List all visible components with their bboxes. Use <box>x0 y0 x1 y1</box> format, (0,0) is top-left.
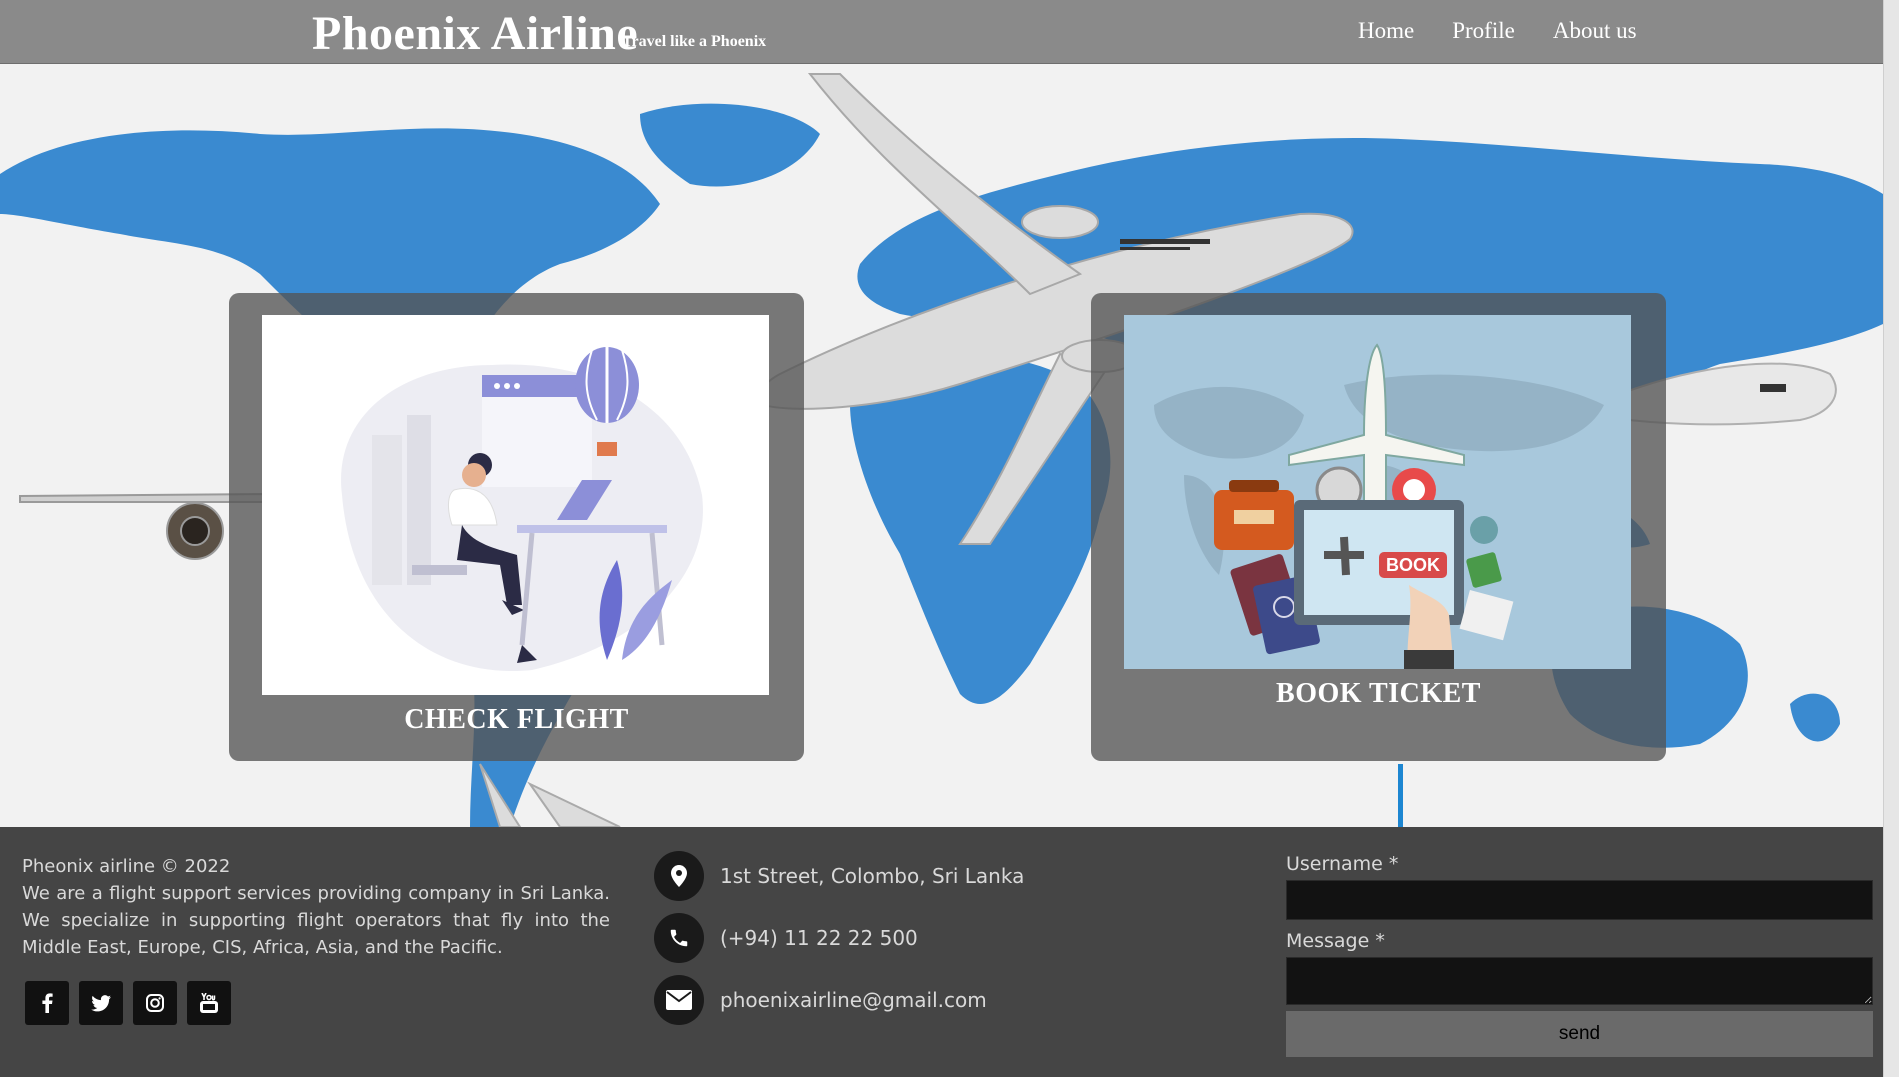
map-marker-icon <box>654 851 704 901</box>
contact-email: phoenixairline@gmail.com <box>654 975 987 1025</box>
hero-section: CHECK FLIGHT BOOK BOOK TICKET <box>0 64 1883 827</box>
send-button[interactable]: send <box>1286 1011 1873 1057</box>
message-textarea[interactable] <box>1286 957 1873 1005</box>
contact-address: 1st Street, Colombo, Sri Lanka <box>654 851 1024 901</box>
brand-title[interactable]: Phoenix Airline <box>312 6 638 61</box>
message-label: Message * <box>1286 930 1385 952</box>
book-sign-text: BOOK <box>1386 555 1440 575</box>
twitter-link[interactable] <box>79 981 123 1025</box>
username-input[interactable] <box>1286 880 1873 920</box>
main-nav: Home Profile About us <box>1358 18 1637 44</box>
address-text: 1st Street, Colombo, Sri Lanka <box>720 864 1025 888</box>
nav-home-link[interactable]: Home <box>1358 18 1414 44</box>
youtube-icon <box>200 993 218 1013</box>
facebook-link[interactable] <box>25 981 69 1025</box>
vertical-scrollbar[interactable] <box>1883 0 1899 1077</box>
site-header: Phoenix Airline Travel like a Phoenix Ho… <box>0 0 1899 64</box>
book-ticket-illustration[interactable]: BOOK <box>1124 315 1631 669</box>
site-footer: Pheonix airline © 2022 We are a flight s… <box>0 827 1883 1077</box>
instagram-link[interactable] <box>133 981 177 1025</box>
email-text[interactable]: phoenixairline@gmail.com <box>720 988 987 1012</box>
facebook-icon <box>42 993 53 1013</box>
about-description: We are a flight support services providi… <box>22 883 610 958</box>
contact-form: Username * Message * send <box>1286 853 1873 1057</box>
contact-phone: (+94) 11 22 22 500 <box>654 913 918 963</box>
check-flight-illustration[interactable] <box>262 315 769 695</box>
instagram-icon <box>146 994 164 1012</box>
copyright-text: Pheonix airline © 2022 <box>22 856 231 877</box>
social-links <box>25 981 231 1025</box>
twitter-icon <box>91 994 111 1011</box>
envelope-icon <box>654 975 704 1025</box>
phone-text: (+94) 11 22 22 500 <box>720 926 918 950</box>
book-ticket-card[interactable]: BOOK BOOK TICKET <box>1091 293 1666 761</box>
book-ticket-title[interactable]: BOOK TICKET <box>1091 678 1666 710</box>
nav-about-link[interactable]: About us <box>1553 18 1637 44</box>
footer-about: Pheonix airline © 2022 We are a flight s… <box>22 853 610 961</box>
phone-icon <box>654 913 704 963</box>
youtube-link[interactable] <box>187 981 231 1025</box>
username-label: Username * <box>1286 853 1399 875</box>
check-flight-title[interactable]: CHECK FLIGHT <box>229 704 804 736</box>
brand-tagline: Travel like a Phoenix <box>622 33 767 50</box>
nav-profile-link[interactable]: Profile <box>1452 18 1515 44</box>
check-flight-card[interactable]: CHECK FLIGHT <box>229 293 804 761</box>
